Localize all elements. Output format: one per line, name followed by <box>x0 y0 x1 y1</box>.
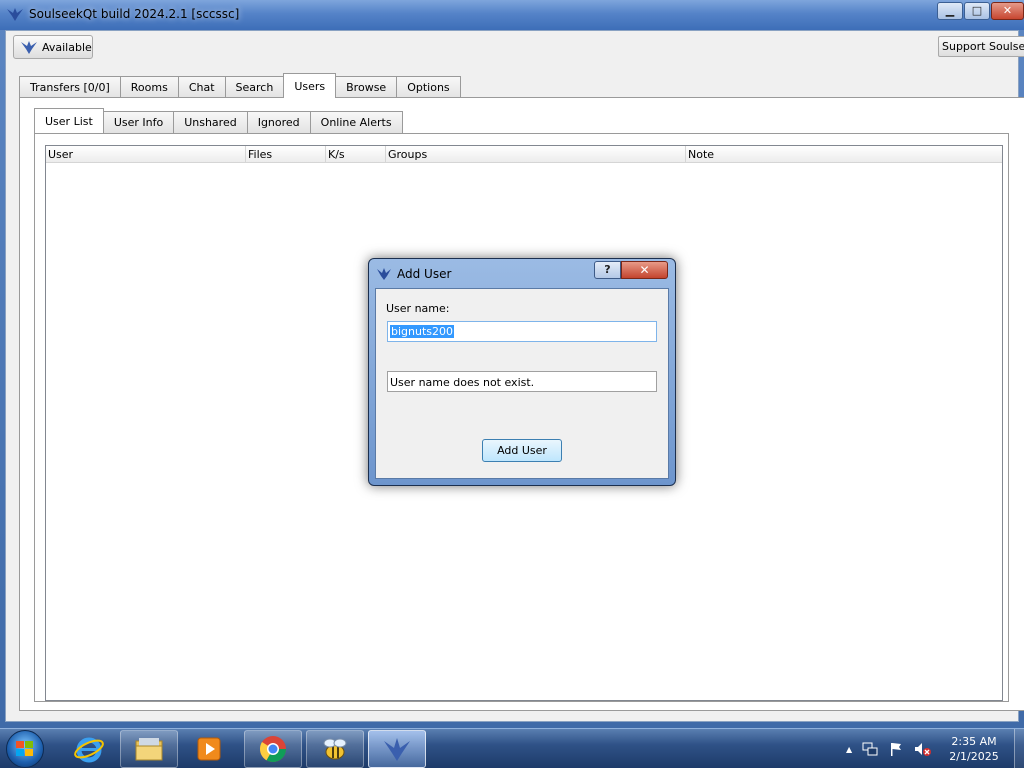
username-input[interactable]: bignuts200 <box>387 321 657 342</box>
status-message-field: User name does not exist. <box>387 371 657 392</box>
taskbar-internet-explorer[interactable] <box>60 730 118 768</box>
add-user-button[interactable]: Add User <box>482 439 562 462</box>
clock-time: 2:35 AM <box>951 735 997 748</box>
status-button[interactable]: Available <box>13 35 93 59</box>
dialog-body: User name: bignuts200 User name does not… <box>375 288 669 479</box>
soulseek-bird-icon <box>377 268 391 280</box>
column-header-user[interactable]: User <box>46 146 246 163</box>
tab-search[interactable]: Search <box>224 76 285 98</box>
bee-icon <box>323 738 347 760</box>
taskbar-chrome[interactable] <box>244 730 302 768</box>
taskbar-media-player[interactable] <box>180 730 238 768</box>
tab-rooms[interactable]: Rooms <box>119 76 179 98</box>
tab-browse[interactable]: Browse <box>335 76 398 98</box>
clock-date: 2/1/2025 <box>949 750 999 763</box>
minimize-button[interactable]: ▁ <box>937 2 963 20</box>
soulseek-bird-icon <box>7 8 23 21</box>
soulseek-bird-icon <box>21 41 37 54</box>
column-header-groups[interactable]: Groups <box>386 146 686 163</box>
taskbar-file-explorer[interactable] <box>120 730 178 768</box>
title-bar[interactable]: SoulseekQt build 2024.2.1 [sccssc] ▁ □ ✕ <box>0 0 1024 30</box>
tab-unshared[interactable]: Unshared <box>173 111 248 133</box>
tab-user-list[interactable]: User List <box>34 108 104 133</box>
show-hidden-icons-button[interactable]: ▲ <box>846 745 852 754</box>
volume-muted-icon[interactable] <box>914 741 932 757</box>
column-header-note[interactable]: Note <box>686 146 1002 163</box>
internet-explorer-icon <box>74 737 104 763</box>
windows-logo-icon <box>16 741 33 756</box>
main-tab-bar: Transfers [0/0] Rooms Chat Search Users … <box>19 73 461 98</box>
maximize-button[interactable]: □ <box>964 2 990 20</box>
dialog-title: Add User <box>397 267 452 281</box>
tab-user-info[interactable]: User Info <box>102 111 175 133</box>
status-label: Available <box>42 40 92 54</box>
support-soulseek-button[interactable]: Support Soulseek <box>938 36 1024 57</box>
username-label: User name: <box>386 302 450 315</box>
media-player-icon <box>197 737 221 761</box>
dialog-close-button[interactable]: ✕ <box>621 261 668 279</box>
network-icon[interactable] <box>862 741 878 757</box>
start-button[interactable] <box>6 730 44 768</box>
window-title: SoulseekQt build 2024.2.1 [sccssc] <box>29 7 240 21</box>
column-header-kps[interactable]: K/s <box>326 146 386 163</box>
action-center-flag-icon[interactable] <box>888 741 904 757</box>
taskbar-bee-app[interactable] <box>306 730 364 768</box>
show-desktop-button[interactable] <box>1014 729 1024 768</box>
taskbar: ▲ 2:35 AM 2/1/2025 <box>0 728 1024 768</box>
chrome-icon <box>259 736 287 763</box>
users-sub-tab-bar: User List User Info Unshared Ignored Onl… <box>34 108 403 133</box>
add-user-dialog: Add User ? ✕ User name: bignuts200 User … <box>368 258 676 486</box>
tab-online-alerts[interactable]: Online Alerts <box>309 111 403 133</box>
tab-transfers[interactable]: Transfers [0/0] <box>19 76 121 98</box>
tab-ignored[interactable]: Ignored <box>246 111 311 133</box>
clock[interactable]: 2:35 AM 2/1/2025 <box>944 734 1004 764</box>
close-button[interactable]: ✕ <box>991 2 1024 20</box>
soulseek-bird-icon <box>384 738 410 761</box>
system-tray: ▲ <box>846 741 932 757</box>
taskbar-soulseek[interactable] <box>368 730 426 768</box>
tab-users[interactable]: Users <box>283 73 337 98</box>
folder-icon <box>135 738 163 761</box>
column-header-files[interactable]: Files <box>246 146 326 163</box>
help-button[interactable]: ? <box>594 261 621 279</box>
tab-options[interactable]: Options <box>396 76 461 98</box>
username-selected-text: bignuts200 <box>390 325 455 338</box>
tab-chat[interactable]: Chat <box>177 76 226 98</box>
table-header: User Files K/s Groups Note <box>46 146 1002 163</box>
